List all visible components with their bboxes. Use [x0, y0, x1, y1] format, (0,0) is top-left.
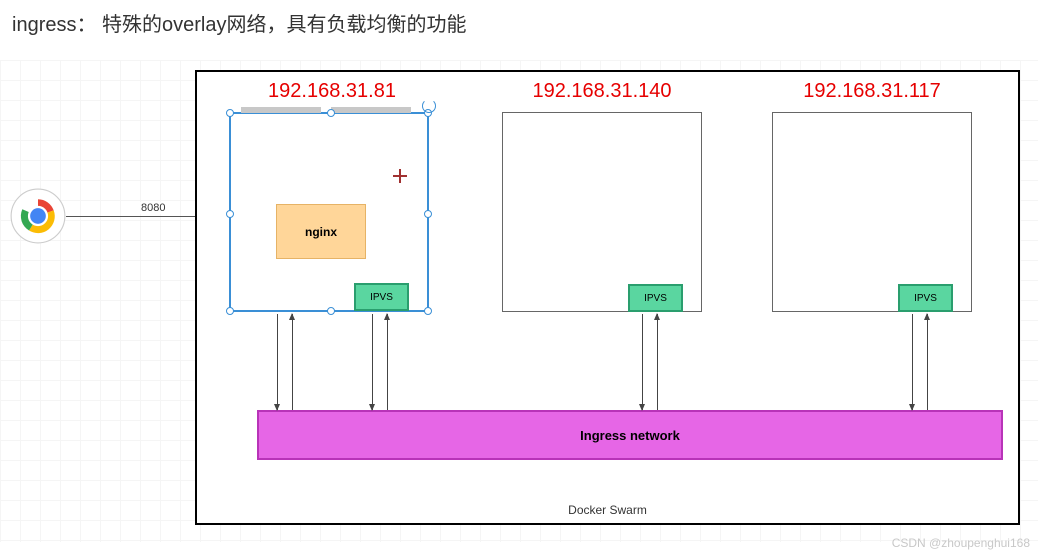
docker-swarm-box: 192.168.31.81 nginx IPVS 192.168.31.140 …	[195, 70, 1020, 525]
node-ip-2: 192.168.31.140	[502, 80, 702, 103]
arrow-down-3	[912, 314, 913, 410]
ipvs-box-3: IPVS	[898, 284, 953, 312]
arrow-up-2	[657, 314, 658, 410]
arrow-down-1b	[372, 314, 373, 410]
ipvs-box-2: IPVS	[628, 284, 683, 312]
nginx-box: nginx	[276, 204, 366, 259]
arrow-up-1a	[292, 314, 293, 410]
ingress-network-box: Ingress network	[257, 410, 1003, 460]
rotate-handle-icon[interactable]	[422, 99, 436, 113]
node-box-2: IPVS	[502, 112, 702, 312]
arrow-up-1b	[387, 314, 388, 410]
crosshair-icon	[393, 169, 407, 183]
watermark-text: CSDN @zhoupenghui168	[892, 536, 1030, 550]
node-box-3: IPVS	[772, 112, 972, 312]
diagram-canvas: 8080 192.168.31.81 nginx IPVS 192.168.31…	[0, 60, 1038, 542]
chrome-icon	[10, 188, 66, 244]
ipvs-box-1: IPVS	[354, 283, 409, 311]
docker-swarm-label: Docker Swarm	[197, 503, 1018, 517]
arrow-down-2	[642, 314, 643, 410]
port-label: 8080	[140, 202, 166, 214]
node-ip-1: 192.168.31.81	[232, 80, 432, 103]
page-title: ingress： 特殊的overlay网络，具有负载均衡的功能	[0, 0, 1038, 45]
arrow-up-3	[927, 314, 928, 410]
arrow-down-1a	[277, 314, 278, 410]
node-box-1[interactable]: nginx IPVS	[229, 112, 429, 312]
node-ip-3: 192.168.31.117	[772, 80, 972, 103]
